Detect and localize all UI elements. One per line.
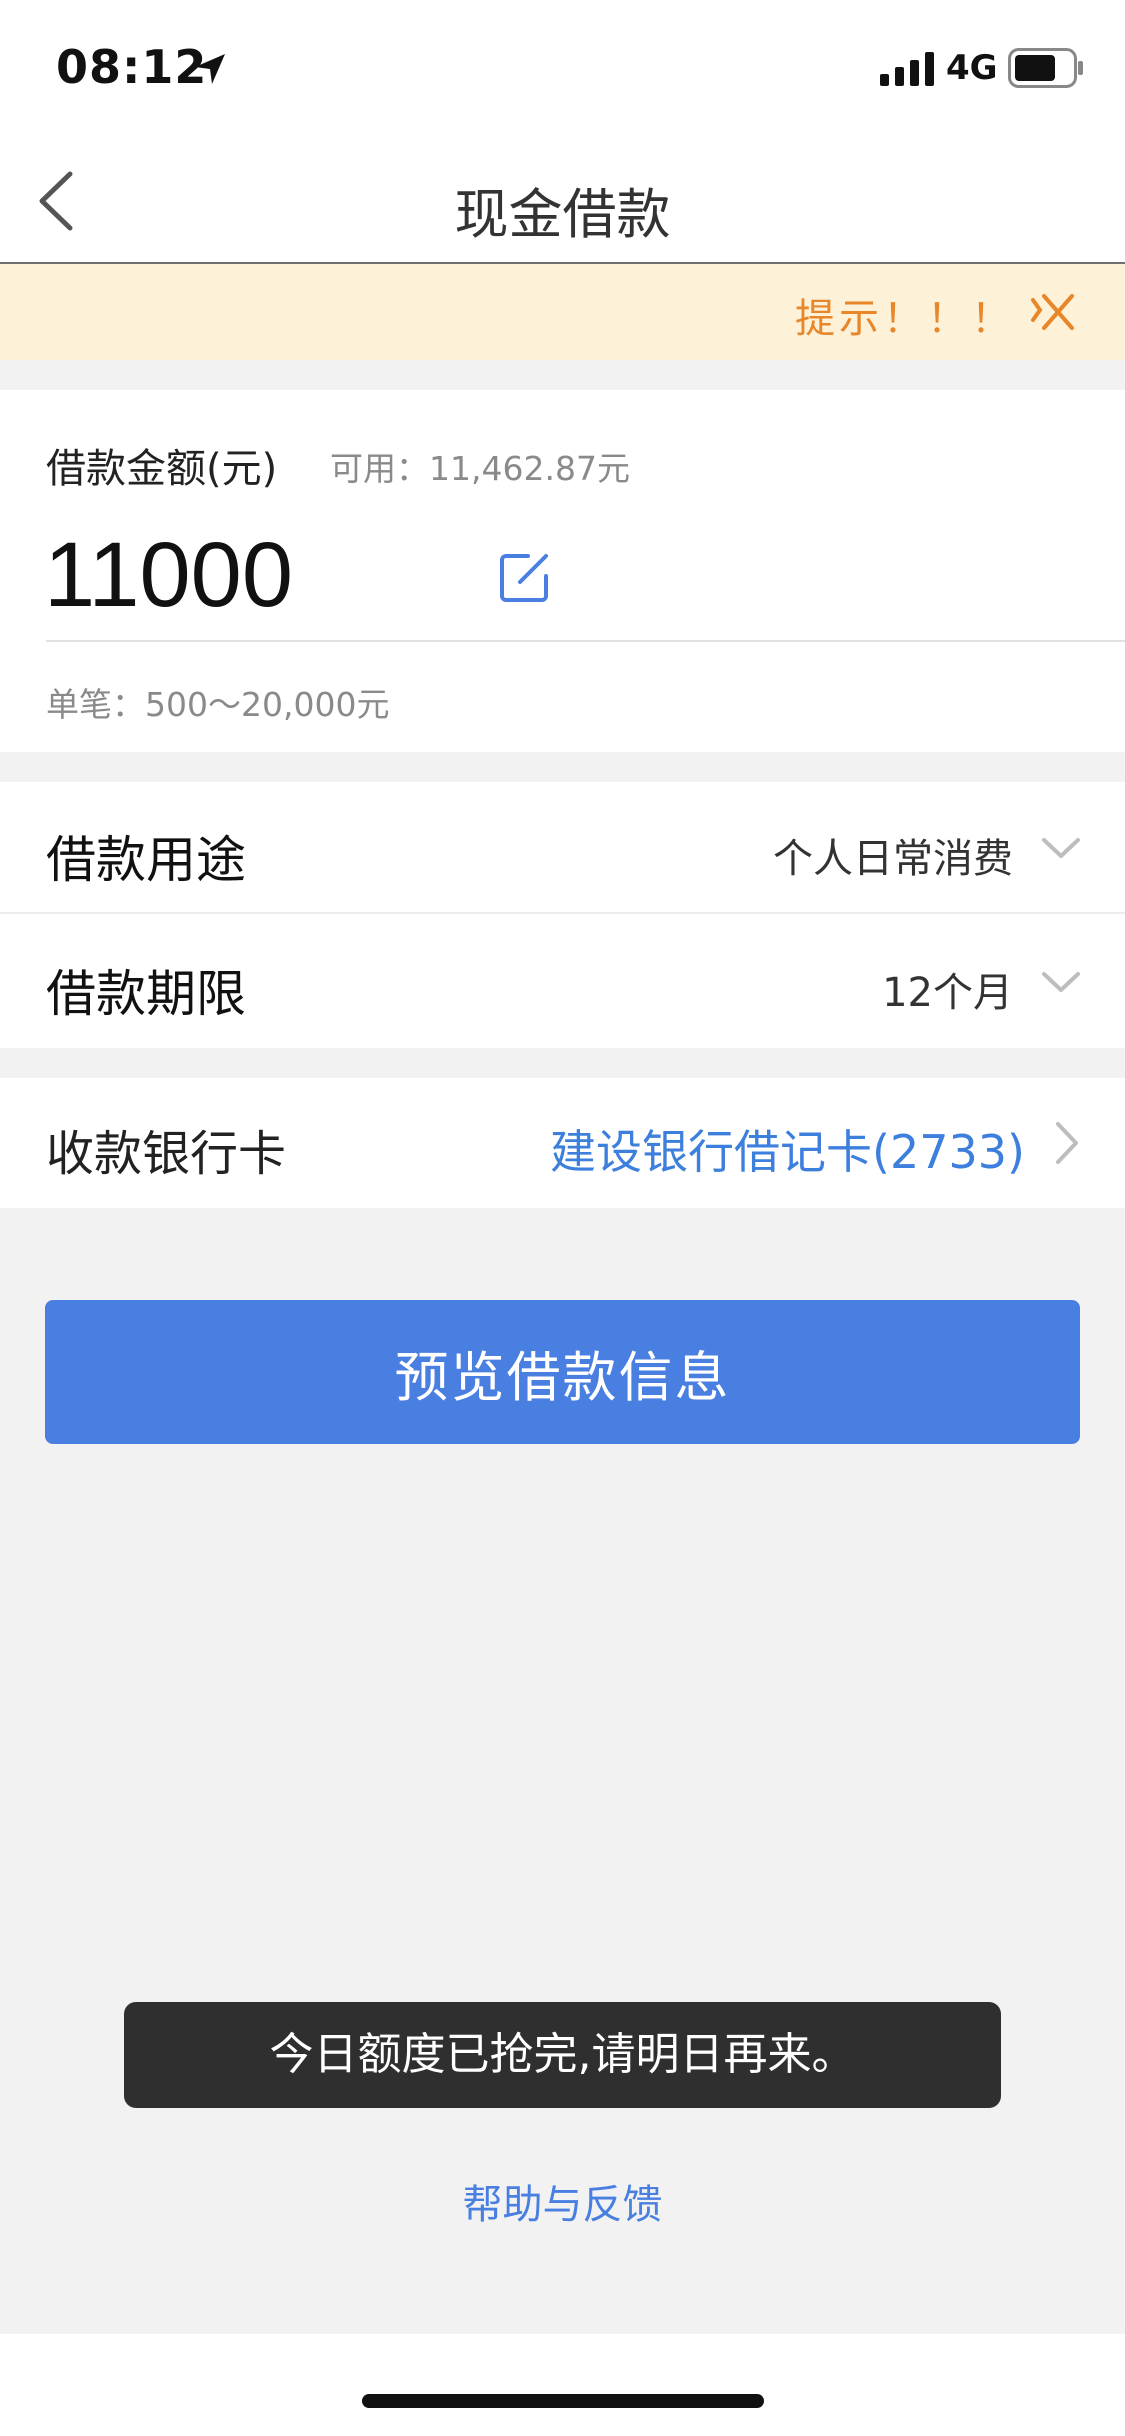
preview-loan-button[interactable]: 预览借款信息 [45,1300,1080,1444]
loan-term-row[interactable]: 借款期限 12个月 [0,916,1125,1048]
help-feedback-link[interactable]: 帮助与反馈 [0,2172,1125,2230]
bank-card-label: 收款银行卡 [46,1126,287,1182]
home-indicator[interactable] [362,2394,764,2408]
footer-area [0,2334,1125,2436]
amount-range: 单笔：500～20,000元 [46,685,390,724]
chevron-right-icon [1056,1122,1078,1164]
signal-bars-icon [880,52,934,86]
chevron-down-icon [1042,972,1080,992]
amount-card: 借款金额(元) 可用：11,462.87元 单笔：500～20,000元 [0,390,1125,752]
chevron-down-icon [1042,838,1080,858]
loan-options-card: 借款用途 个人日常消费 借款期限 12个月 [0,782,1125,1048]
loan-term-value: 12个月 [882,970,1013,1016]
bank-card-row[interactable]: 收款银行卡 建设银行借记卡(2733) [0,1078,1125,1208]
location-arrow-icon [195,54,225,84]
network-type: 4G [946,48,998,88]
notice-banner: 提示！！！ [0,264,1125,360]
loan-purpose-label: 借款用途 [46,831,246,889]
available-amount: 可用：11,462.87元 [330,449,630,488]
status-bar: 08:12 4G [0,0,1125,136]
navigation-bar: 现金借款 [0,136,1125,264]
toast-message: 今日额度已抢完,请明日再来。 [124,2002,1001,2108]
page-title: 现金借款 [454,183,671,246]
amount-input[interactable] [44,520,444,630]
amount-label: 借款金额(元) [46,446,278,492]
bank-card-value: 建设银行借记卡(2733) [550,1125,1025,1179]
close-icon[interactable] [1030,290,1078,334]
battery-icon [1008,48,1083,88]
loan-purpose-value: 个人日常消费 [773,836,1013,882]
edit-icon[interactable] [498,550,552,604]
loan-term-label: 借款期限 [46,965,246,1023]
status-time: 08:12 [56,40,208,94]
amount-divider [46,640,1125,642]
loan-purpose-row[interactable]: 借款用途 个人日常消费 [0,782,1125,914]
notice-text: 提示！！！ [795,296,1015,342]
